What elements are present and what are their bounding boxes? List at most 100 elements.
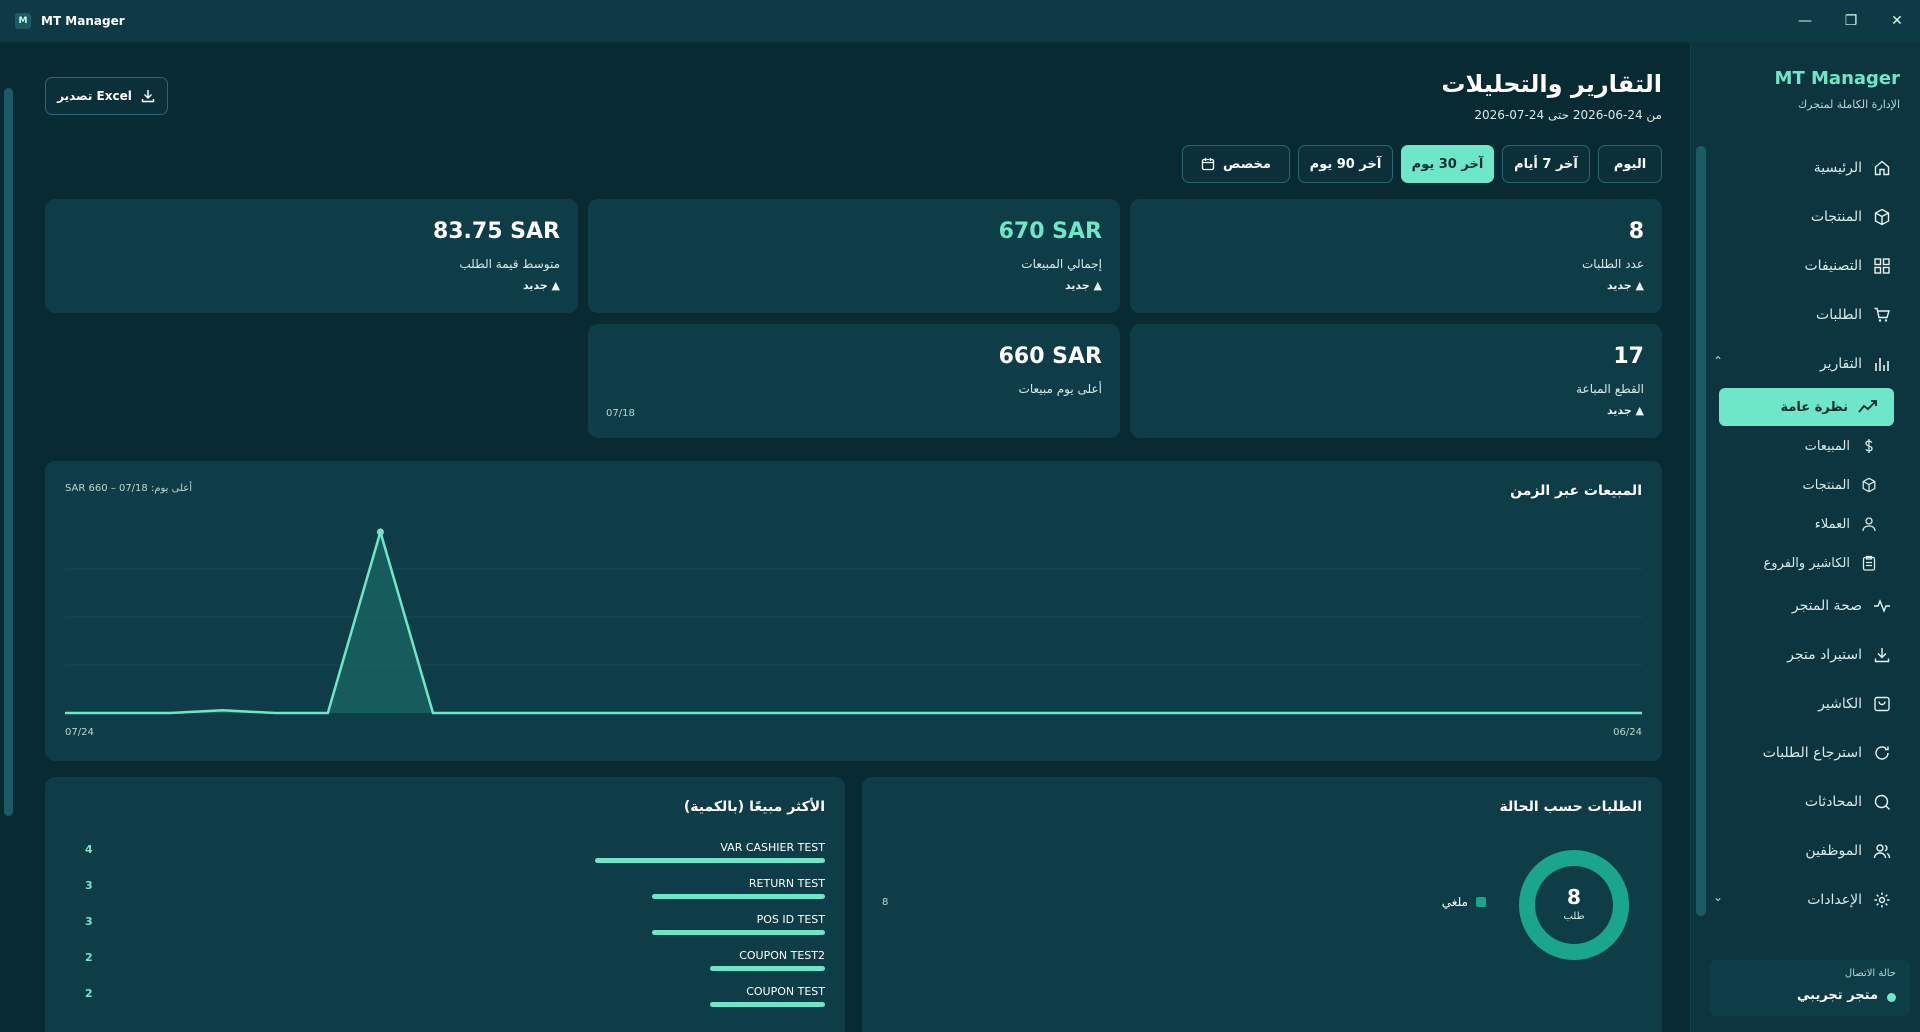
range-label: آخر 7 أيام [1514,156,1578,172]
sidebar-sub-sales[interactable]: المبيعات [1805,435,1878,457]
kpi-top-day-card: 660 SAR أعلى يوم مبيعات 07/18 [588,324,1120,438]
kpi-value: 17 [1613,344,1644,369]
sidebar-sub-overview[interactable]: نظرة عامة [1719,388,1894,426]
orders-donut: 8 طلب [1518,849,1630,961]
range-30-days-button[interactable]: آخر 30 يوم [1401,145,1494,183]
range-7-days-button[interactable]: آخر 7 أيام [1502,145,1590,183]
sidebar-item-reports[interactable]: التقارير [1820,352,1892,376]
sidebar-item-categories[interactable]: التصنيفات [1805,254,1893,278]
sidebar-item-cashier[interactable]: الكاشير [1818,692,1892,716]
kpi-label: متوسط قيمة الطلب [459,257,560,271]
top-product-qty: 2 [85,951,93,964]
kpi-label: إجمالي المبيعات [1021,257,1102,271]
kpi-value: 660 SAR [998,344,1102,369]
box-icon [1872,207,1892,227]
sales-area [65,531,1642,713]
sidebar-item-label: المنتجات [1810,209,1862,225]
sidebar-item-label: التقارير [1819,356,1862,372]
chevron-up-icon[interactable]: ⌃ [1713,354,1723,368]
sidebar-item-label: استيراد متجر [1787,647,1862,663]
connection-label: حالة الاتصال [1844,968,1896,979]
top-product-qty: 3 [85,879,93,892]
top-product-name: COUPON TEST2 [739,949,825,962]
chevron-down-icon[interactable]: ⌄ [1713,890,1723,904]
range-label: آخر 90 يوم [1309,156,1382,172]
register-icon [1872,694,1892,714]
range-custom-button[interactable]: مخصص [1182,145,1290,183]
gear-icon [1872,890,1892,910]
kpi-trend: ▲ جديد [1064,279,1102,292]
top-product-row: VAR CASHIER TEST 4 [85,841,825,877]
close-icon[interactable]: ✕ [1874,0,1920,42]
top-product-name: RETURN TEST [748,877,825,890]
window-title: MT Manager [41,14,125,28]
users-icon [1872,841,1892,861]
top-product-row: RETURN TEST 3 [85,877,825,913]
kpi-trend: ▲ جديد [522,279,560,292]
download-icon [1872,645,1892,665]
sidebar-sub-customers[interactable]: العملاء [1815,513,1878,535]
refresh-icon [1872,743,1892,763]
sidebar: MT Manager الإدارة الكاملة لمتجرك الرئيس… [1690,42,1920,1032]
title-bar: M MT Manager — ❐ ✕ [0,0,1920,42]
sidebar-item-label: الموظفين [1805,843,1862,859]
sidebar-sub-label: المبيعات [1804,438,1850,454]
sidebar-item-import-store[interactable]: استيراد متجر [1787,643,1892,667]
connection-status: حالة الاتصال متجر تجريبي [1710,960,1910,1016]
sidebar-sub-label: نظرة عامة [1780,399,1848,415]
sidebar-item-products[interactable]: المنتجات [1811,205,1892,229]
sidebar-item-label: الطلبات [1816,307,1862,323]
sidebar-item-employees[interactable]: الموظفين [1805,839,1892,863]
top-product-qty: 4 [85,843,93,856]
kpi-value: 670 SAR [998,219,1102,244]
top-product-bar [710,966,825,971]
trend-icon [1858,400,1877,413]
sidebar-item-store-health[interactable]: صحة المتجر [1792,594,1892,618]
export-label: تصدير Excel [57,89,132,103]
connection-store-name: متجر تجريبي [1796,988,1878,1003]
kpi-orders-card: 8 عدد الطلبات ▲ جديد [1130,199,1662,313]
range-today-button[interactable]: اليوم [1598,145,1662,183]
top-product-row: POS ID TEST 3 [85,913,825,949]
sidebar-item-home[interactable]: الرئيسية [1814,156,1892,180]
sidebar-item-label: الإعدادات [1807,892,1862,908]
sidebar-scrollbar[interactable] [1696,146,1706,916]
export-excel-button[interactable]: تصدير Excel [45,77,168,115]
main-scrollbar[interactable] [4,88,13,816]
sidebar-item-label: الرئيسية [1813,160,1862,176]
sidebar-item-settings[interactable]: الإعدادات [1807,888,1892,912]
chart-title: المبيعات عبر الزمن [1510,483,1642,499]
range-90-days-button[interactable]: آخر 90 يوم [1298,145,1393,183]
window-controls: — ❐ ✕ [1782,0,1920,42]
range-label: مخصص [1223,156,1271,172]
top-product-name: POS ID TEST [756,913,825,926]
brand-subtitle: الإدارة الكاملة لمتجرك [1798,98,1900,111]
range-label: اليوم [1613,156,1647,172]
top-product-name: COUPON TEST [746,985,825,998]
main-content: التقارير والتحليلات من 24-06-2026 حتى 24… [0,42,1690,1032]
range-label: آخر 30 يوم [1411,156,1484,172]
top-product-bar [595,858,825,863]
kpi-trend: ▲ جديد [1606,404,1644,417]
sidebar-sub-label: المنتجات [1802,477,1850,493]
top-product-bar [710,1002,825,1007]
sidebar-item-conversations[interactable]: المحادثات [1805,790,1892,814]
restore-icon[interactable]: ❐ [1828,0,1874,42]
kpi-label: القطع المباعة [1576,382,1644,396]
sidebar-sub-products[interactable]: المنتجات [1802,474,1878,496]
sidebar-sub-cashier-branches[interactable]: الكاشير والفروع [1764,552,1878,574]
minimize-icon[interactable]: — [1782,0,1828,42]
status-legend-item: ملغي [1442,895,1486,909]
legend-label: ملغي [1441,895,1468,909]
top-product-qty: 2 [85,987,93,1000]
calendar-icon [1201,158,1215,171]
clipboard-icon [1860,554,1878,572]
orders-status-title: الطلبات حسب الحالة [1499,799,1642,815]
sidebar-item-order-returns[interactable]: استرجاع الطلبات [1763,741,1892,765]
sidebar-item-orders[interactable]: الطلبات [1816,303,1892,327]
kpi-avg-order-card: 83.75 SAR متوسط قيمة الطلب ▲ جديد [45,199,578,313]
sidebar-item-label: التصنيفات [1804,258,1863,274]
dollar-icon [1860,437,1878,455]
peak-point[interactable] [376,528,384,536]
sales-over-time-card: المبيعات عبر الزمن أعلى يوم: 07/18 – SAR… [45,461,1662,761]
